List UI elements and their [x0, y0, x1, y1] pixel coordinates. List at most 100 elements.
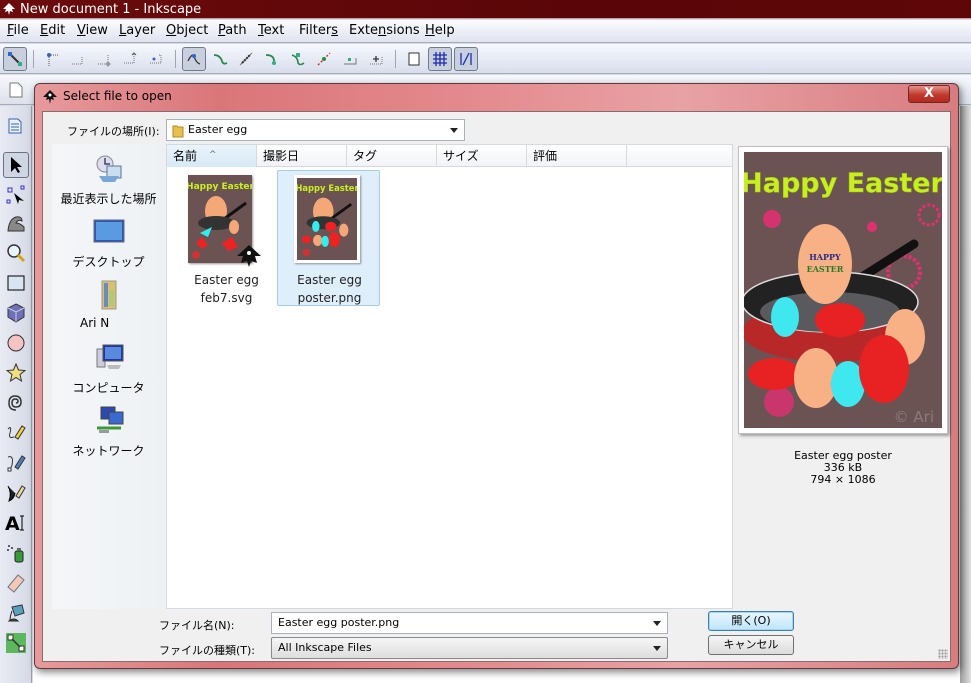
menu-file[interactable]: File: [7, 23, 29, 38]
file-item[interactable]: Happy Easter Easter egg feb7.svg: [174, 170, 277, 306]
dialog-title: Select file to open: [63, 89, 172, 103]
zoom-tool[interactable]: [3, 240, 29, 266]
place-label: ネットワーク: [72, 444, 145, 458]
place-label: Ari N: [80, 316, 110, 330]
column-header: 名前 ^ 撮影日 タグ サイズ 評価: [167, 145, 732, 167]
file-name: Easter egg poster.png: [297, 273, 362, 305]
join-segment-icon: [150, 54, 162, 64]
menu-object[interactable]: Object: [166, 23, 208, 38]
location-combobox[interactable]: Easter egg: [166, 119, 465, 141]
column-label: 名前: [173, 149, 198, 163]
spray-tool[interactable]: [3, 540, 29, 566]
filename-value: Easter egg poster.png: [278, 616, 400, 629]
join-segment-button[interactable]: [144, 47, 168, 71]
pencil-tool[interactable]: [3, 420, 29, 446]
document-icon: [8, 118, 22, 134]
place-label: 最近表示した場所: [60, 192, 157, 206]
menu-layer[interactable]: Layer: [119, 23, 155, 38]
column-rating[interactable]: 評価: [527, 145, 627, 167]
node-tool[interactable]: [3, 182, 29, 208]
menu-path[interactable]: Path: [218, 23, 247, 38]
magnifier-icon: [7, 244, 26, 263]
show-transform-handles-button[interactable]: [428, 47, 452, 71]
delete-node-button[interactable]: [66, 47, 90, 71]
filename-input[interactable]: Easter egg poster.png: [271, 612, 668, 634]
break-path-button[interactable]: [118, 47, 142, 71]
menu-text[interactable]: Text: [258, 23, 284, 38]
place-recent[interactable]: 最近表示した場所: [52, 154, 165, 207]
file-item-selected[interactable]: Happy Easter Easter egg poster.png: [277, 170, 380, 306]
place-user[interactable]: Ari N: [52, 280, 165, 330]
insert-node-button[interactable]: [40, 47, 64, 71]
toolbar-separator: [33, 50, 34, 68]
make-smooth-button[interactable]: [208, 47, 232, 71]
column-date-taken[interactable]: 撮影日: [257, 145, 347, 167]
svg-text:EASTER: EASTER: [807, 264, 844, 274]
cancel-button[interactable]: キャンセル: [708, 635, 794, 655]
place-desktop[interactable]: デスクトップ: [52, 217, 165, 270]
stroke-to-path-button[interactable]: [364, 47, 388, 71]
insert-node-icon: [47, 53, 59, 66]
cusp-node-icon: [187, 54, 201, 65]
pencil-icon: [7, 425, 26, 440]
menu-view[interactable]: View: [77, 23, 108, 38]
document-properties-button[interactable]: [3, 114, 27, 138]
menu-filters[interactable]: Filters: [299, 23, 338, 38]
canvas-scrollbar[interactable]: [960, 106, 971, 683]
pen-tool[interactable]: [3, 450, 29, 476]
3d-box-tool[interactable]: [3, 300, 29, 326]
inkscape-file-badge-icon: [237, 245, 261, 267]
connector-tool[interactable]: [3, 630, 29, 656]
show-handles-button[interactable]: [454, 47, 478, 71]
rectangle-tool[interactable]: [3, 270, 29, 296]
tool-palette: A: [0, 150, 32, 683]
menu-help[interactable]: Help: [425, 23, 455, 38]
show-path-outline-button[interactable]: [402, 47, 426, 71]
filetype-select[interactable]: All Inkscape Files: [271, 637, 668, 659]
make-symmetric-button[interactable]: [234, 47, 258, 71]
make-auto-smooth-button[interactable]: [260, 47, 284, 71]
column-tags[interactable]: タグ: [347, 145, 437, 167]
handles-icon: [460, 52, 472, 66]
selector-tool[interactable]: [3, 152, 29, 178]
column-name[interactable]: 名前 ^: [167, 145, 257, 167]
ellipse-tool[interactable]: [3, 330, 29, 356]
spiral-tool[interactable]: [3, 390, 29, 416]
new-document-button[interactable]: [4, 78, 28, 102]
folder-icon: [172, 125, 184, 138]
star-icon: [6, 363, 26, 383]
toolbar-separator: [395, 50, 396, 68]
resize-grip[interactable]: [938, 649, 948, 659]
open-button[interactable]: 開く(O): [708, 611, 794, 631]
tool-controls-bar: [0, 44, 971, 74]
join-nodes-button[interactable]: [92, 47, 116, 71]
toolbar-separator: [175, 50, 176, 68]
tweak-wave-icon: [7, 216, 25, 232]
star-tool[interactable]: [3, 360, 29, 386]
easter-poster-preview: Happy Easter HAPPY EASTER © Ari: [740, 168, 945, 426]
object-to-path-button[interactable]: [338, 47, 362, 71]
menu-edit[interactable]: Edit: [40, 23, 65, 38]
node-select-icon: [8, 52, 22, 66]
dialog-close-button[interactable]: X: [908, 85, 950, 103]
circle-icon: [7, 334, 25, 352]
column-size[interactable]: サイズ: [437, 145, 527, 167]
file-list[interactable]: 名前 ^ 撮影日 タグ サイズ 評価 Happy Easter Easter e…: [166, 144, 733, 609]
preview-title-text: Happy Easter: [744, 168, 942, 199]
tweak-tool[interactable]: [3, 210, 29, 236]
make-line-button[interactable]: [286, 47, 310, 71]
rectangle-icon: [7, 275, 25, 291]
window-titlebar: New document 1 - Inkscape: [0, 0, 971, 19]
place-network[interactable]: ネットワーク: [52, 406, 165, 459]
places-sidebar: 最近表示した場所 デスクトップ Ari N コンピュータ ネットワーク: [52, 144, 165, 609]
place-computer[interactable]: コンピュータ: [52, 343, 165, 396]
make-cusp-button[interactable]: [182, 47, 206, 71]
preview-dimensions: 794 × 1086: [810, 473, 876, 486]
eraser-tool[interactable]: [3, 570, 29, 596]
node-select-button[interactable]: [3, 47, 27, 71]
calligraphy-tool[interactable]: [3, 480, 29, 506]
menu-extensions[interactable]: Extensions: [349, 23, 420, 38]
paint-bucket-tool[interactable]: [3, 600, 29, 626]
text-tool[interactable]: A: [3, 510, 29, 536]
make-curve-button[interactable]: [312, 47, 336, 71]
